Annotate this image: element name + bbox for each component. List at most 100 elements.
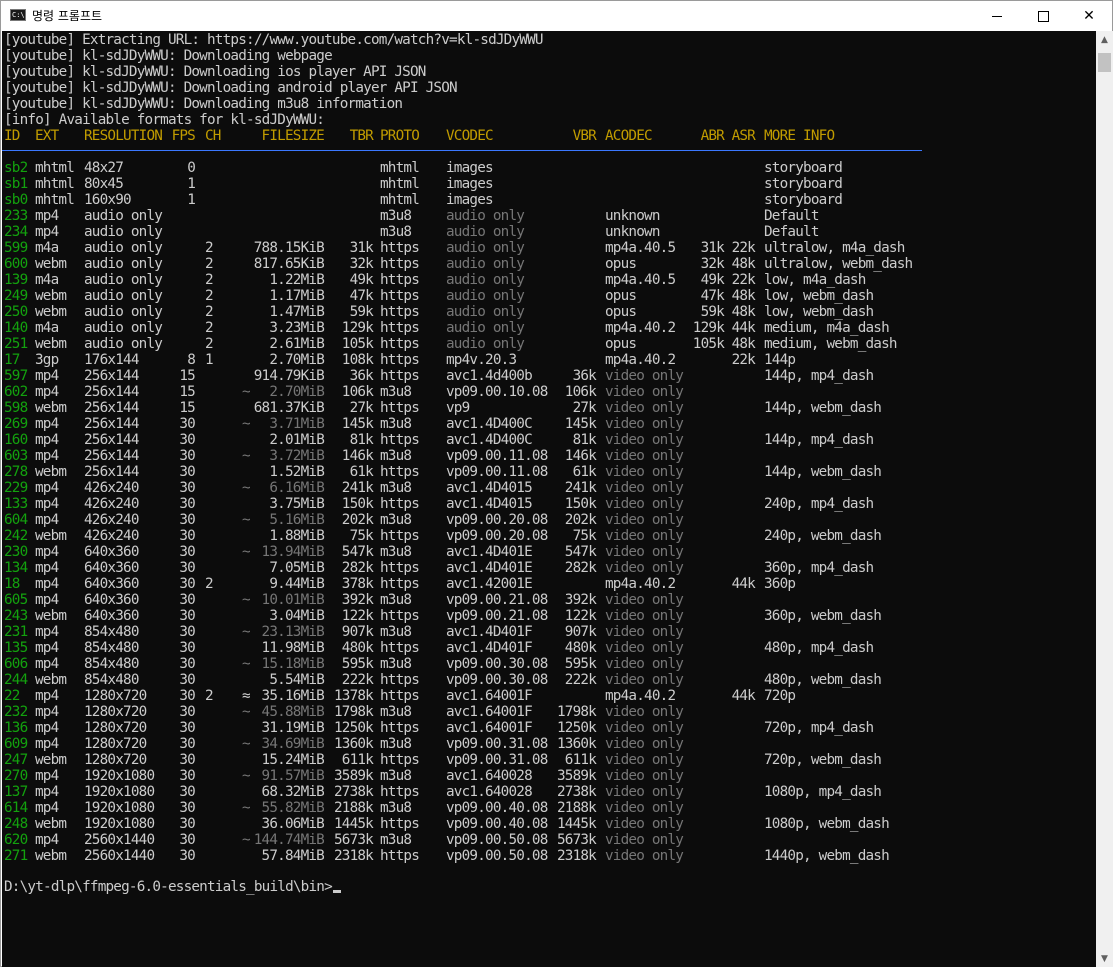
format-row[interactable]: 605 mp4 640x360 30 ~10.01MiB 392k m3u8 vp09.00.… — [4, 592, 1094, 608]
format-id: 603 — [4, 448, 28, 464]
format-resolution: 256x144 — [84, 384, 139, 400]
format-vbr: 222k — [564, 672, 597, 688]
format-ext: mp4 — [35, 560, 59, 576]
format-row[interactable]: 600 webm audio only 2 817.65KiB 32k https audio… — [4, 256, 1094, 272]
format-vbr: 1250k — [556, 720, 597, 736]
header-filesize: FILESIZE — [261, 128, 325, 144]
format-row[interactable]: 17 3gp 176x144 8 1 2.70MiB 108k https mp4v.20.3 m… — [4, 352, 1094, 368]
format-row[interactable]: 269 mp4 256x144 30 ~3.71MiB 145k m3u8 avc1.4D40… — [4, 416, 1094, 432]
format-row[interactable]: 250 webm audio only 2 1.47MiB 59k https audio o… — [4, 304, 1094, 320]
console-app-icon[interactable]: C:\ — [10, 9, 26, 21]
minimize-button[interactable] — [974, 1, 1020, 31]
format-vcodec: vp09.00.40.08 — [446, 800, 548, 816]
format-row[interactable]: 271 webm 2560x1440 30 57.84MiB 2318k https vp09… — [4, 848, 1094, 864]
format-resolution: 1280x720 — [84, 736, 147, 752]
format-resolution: 256x144 — [84, 368, 139, 384]
format-fps: 15 — [179, 400, 195, 416]
format-row[interactable]: 230 mp4 640x360 30 ~13.94MiB 547k m3u8 avc1.4D4… — [4, 544, 1094, 560]
format-row[interactable]: 231 mp4 854x480 30 ~23.13MiB 907k m3u8 avc1.4D4… — [4, 624, 1094, 640]
format-row[interactable]: 247 webm 1280x720 30 15.24MiB 611k https vp09.0… — [4, 752, 1094, 768]
scroll-down-arrow-icon[interactable]: ▼ — [1096, 950, 1113, 967]
format-row[interactable]: 233 mp4 audio only m3u8 audio only unknown Def… — [4, 208, 1094, 224]
format-row[interactable]: 244 webm 854x480 30 5.54MiB 222k https vp09.00.… — [4, 672, 1094, 688]
format-resolution: 426x240 — [84, 480, 139, 496]
format-resolution: 426x240 — [84, 496, 139, 512]
title-bar[interactable]: C:\ 명령 프롬프트 ✕ — [1, 1, 1112, 31]
format-row[interactable]: 606 mp4 854x480 30 ~15.18MiB 595k m3u8 vp09.00.… — [4, 656, 1094, 672]
format-row[interactable]: 620 mp4 2560x1440 30 ~144.74MiB 5673k m3u8 vp09… — [4, 832, 1094, 848]
format-approx: ~ — [242, 512, 251, 528]
format-vcodec: audio only — [446, 208, 525, 224]
console-output[interactable]: [youtube] Extracting URL: https://www.yo… — [2, 31, 1096, 967]
format-row[interactable]: 136 mp4 1280x720 30 31.19MiB 1250k https avc1.6… — [4, 720, 1094, 736]
format-tbr: 75k — [349, 528, 374, 544]
format-abr: 59k — [700, 304, 725, 320]
format-row[interactable]: 602 mp4 256x144 15 ~2.70MiB 106k m3u8 vp09.00.1… — [4, 384, 1094, 400]
format-approx: ~ — [242, 592, 251, 608]
vertical-scrollbar[interactable]: ▲ ▼ — [1096, 31, 1113, 967]
format-vbr: 81k — [572, 432, 597, 448]
format-row[interactable]: sb1 mhtml 80x45 1 mhtml images storyboard — [4, 176, 1094, 192]
format-fps: 30 — [179, 736, 195, 752]
format-abr: 47k — [700, 288, 725, 304]
format-id: 231 — [4, 624, 28, 640]
format-id: 140 — [4, 320, 28, 336]
format-resolution: 1920x1080 — [84, 784, 155, 800]
format-row[interactable]: 22 mp4 1280x720 30 2 ≈35.16MiB 1378k https avc1.… — [4, 688, 1094, 704]
format-row[interactable]: 139 m4a audio only 2 1.22MiB 49k https audio on… — [4, 272, 1094, 288]
console-window: C:\ 명령 프롬프트 ✕ [youtube] Extracting URL: … — [0, 0, 1113, 967]
format-row[interactable]: 243 webm 640x360 30 3.04MiB 122k https vp09.00.… — [4, 608, 1094, 624]
format-table-header: ID EXT RESOLUTION FPS CH FILESIZE TBR PROTO VCOD… — [4, 128, 1094, 144]
format-id: 271 — [4, 848, 28, 864]
format-row[interactable]: 278 webm 256x144 30 1.52MiB 61k https vp09.00.1… — [4, 464, 1094, 480]
format-vcodec: vp09.00.21.08 — [446, 608, 548, 624]
command-prompt[interactable]: D:\yt-dlp\ffmpeg-6.0-essentials_build\bi… — [4, 879, 341, 895]
format-row[interactable]: sb2 mhtml 48x27 0 mhtml images storyboard — [4, 160, 1094, 176]
format-row[interactable]: 614 mp4 1920x1080 30 ~55.82MiB 2188k m3u8 vp09.… — [4, 800, 1094, 816]
format-resolution: 640x360 — [84, 576, 139, 592]
format-row[interactable]: 137 mp4 1920x1080 30 68.32MiB 2738k https avc1.… — [4, 784, 1094, 800]
format-row[interactable]: 18 mp4 640x360 30 2 9.44MiB 378k https avc1.4200… — [4, 576, 1094, 592]
format-row[interactable]: 603 mp4 256x144 30 ~3.72MiB 146k m3u8 vp09.00.1… — [4, 448, 1094, 464]
format-acodec: video only — [605, 592, 684, 608]
format-tbr: 2738k — [333, 784, 374, 800]
format-row[interactable]: 232 mp4 1280x720 30 ~45.88MiB 1798k m3u8 avc1.6… — [4, 704, 1094, 720]
format-proto: m3u8 — [380, 448, 412, 464]
format-row[interactable]: 229 mp4 426x240 30 ~6.16MiB 241k m3u8 avc1.4D40… — [4, 480, 1094, 496]
scrollbar-thumb[interactable] — [1098, 53, 1111, 72]
format-ext: mp4 — [35, 432, 59, 448]
format-row[interactable]: 599 m4a audio only 2 788.15KiB 31k https audio … — [4, 240, 1094, 256]
close-button[interactable]: ✕ — [1066, 1, 1112, 31]
format-fps: 30 — [179, 432, 195, 448]
format-vbr: 595k — [564, 656, 597, 672]
format-row[interactable]: 609 mp4 1280x720 30 ~34.69MiB 1360k m3u8 vp09.0… — [4, 736, 1094, 752]
scroll-up-arrow-icon[interactable]: ▲ — [1096, 31, 1113, 48]
format-filesize: 1.17MiB — [269, 288, 324, 304]
format-row[interactable]: 160 mp4 256x144 30 2.01MiB 81k https avc1.4D400… — [4, 432, 1094, 448]
format-fps: 30 — [179, 816, 195, 832]
format-row[interactable]: 134 mp4 640x360 30 7.05MiB 282k https avc1.4D40… — [4, 560, 1094, 576]
format-row[interactable]: 270 mp4 1920x1080 30 ~91.57MiB 3589k m3u8 avc1.… — [4, 768, 1094, 784]
text-cursor — [332, 890, 341, 893]
format-row[interactable]: 140 m4a audio only 2 3.23MiB 129k https audio o… — [4, 320, 1094, 336]
format-row[interactable]: 598 webm 256x144 15 681.37KiB 27k https vp9 27k v… — [4, 400, 1094, 416]
format-id: 139 — [4, 272, 28, 288]
format-row[interactable]: sb0 mhtml 160x90 1 mhtml images storyboard — [4, 192, 1094, 208]
format-ext: webm — [35, 400, 67, 416]
format-id: 22 — [4, 688, 20, 704]
format-row[interactable]: 135 mp4 854x480 30 11.98MiB 480k https avc1.4D4… — [4, 640, 1094, 656]
format-row[interactable]: 249 webm audio only 2 1.17MiB 47k https audio o… — [4, 288, 1094, 304]
format-row[interactable]: 604 mp4 426x240 30 ~5.16MiB 202k m3u8 vp09.00.2… — [4, 512, 1094, 528]
format-proto: m3u8 — [380, 832, 412, 848]
format-row[interactable]: 597 mp4 256x144 15 914.79KiB 36k https avc1.4d4… — [4, 368, 1094, 384]
format-row[interactable]: 248 webm 1920x1080 30 36.06MiB 1445k https vp09… — [4, 816, 1094, 832]
format-proto: https — [380, 464, 420, 480]
maximize-button[interactable] — [1020, 1, 1066, 31]
format-row[interactable]: 242 webm 426x240 30 1.88MiB 75k https vp09.00.2… — [4, 528, 1094, 544]
format-proto: https — [380, 304, 420, 320]
format-resolution: 2560x1440 — [84, 848, 155, 864]
minimize-icon — [992, 15, 1002, 17]
format-row[interactable]: 251 webm audio only 2 2.61MiB 105k https audio … — [4, 336, 1094, 352]
format-row[interactable]: 234 mp4 audio only m3u8 audio only unknown Def… — [4, 224, 1094, 240]
format-row[interactable]: 133 mp4 426x240 30 3.75MiB 150k https avc1.4D40… — [4, 496, 1094, 512]
